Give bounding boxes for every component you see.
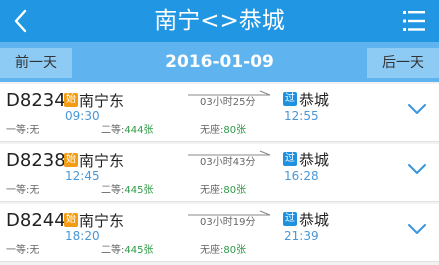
second-class-seats: 二等:445张 (101, 245, 154, 256)
date-bar: 前一天 2016-01-09 后一天 (0, 42, 439, 82)
page-title: 南宁<>恭城 (154, 8, 285, 34)
prev-day-button[interactable]: 前一天 (0, 48, 72, 78)
origin-badge: 始 (64, 213, 78, 227)
departure-station: 南宁东 (79, 212, 125, 230)
second-class-seats: 二等:445张 (101, 185, 154, 196)
train-card[interactable]: D8234 始 南宁东 09:30 03小时25分 过 恭城 12:55 一等:… (0, 84, 439, 142)
pass-through-badge: 过 (283, 152, 297, 166)
app-header: 南宁<>恭城 (0, 0, 439, 42)
departure-time: 18:20 (65, 229, 100, 243)
second-class-seats: 二等:444张 (101, 125, 154, 136)
departure-station: 南宁东 (79, 92, 125, 110)
travel-duration: 03小时25分 (200, 97, 256, 108)
departure-station: 南宁东 (79, 152, 125, 170)
chevron-down-icon[interactable] (407, 162, 427, 176)
first-class-seats: 一等:无 (6, 245, 40, 256)
origin-badge: 始 (64, 153, 78, 167)
train-number: D8244 (6, 210, 66, 231)
menu-button[interactable] (399, 8, 429, 34)
origin-badge: 始 (64, 93, 78, 107)
arrival-station: 恭城 (299, 211, 330, 229)
chevron-down-icon[interactable] (407, 222, 427, 236)
train-card[interactable]: D8244 始 南宁东 18:20 03小时19分 过 恭城 21:39 一等:… (0, 204, 439, 262)
departure-time: 12:45 (65, 169, 100, 183)
first-class-seats: 一等:无 (6, 125, 40, 136)
no-seat-tickets: 无座:80张 (200, 125, 247, 136)
first-class-seats: 一等:无 (6, 185, 40, 196)
arrival-time: 21:39 (284, 229, 319, 243)
departure-time: 09:30 (65, 109, 100, 123)
chevron-down-icon[interactable] (407, 102, 427, 116)
no-seat-tickets: 无座:80张 (200, 185, 247, 196)
arrival-station: 恭城 (299, 151, 330, 169)
no-seat-tickets: 无座:80张 (200, 245, 247, 256)
pass-through-badge: 过 (283, 212, 297, 226)
train-card[interactable]: D8238 始 南宁东 12:45 03小时43分 过 恭城 16:28 一等:… (0, 144, 439, 202)
arrival-time: 12:55 (284, 109, 319, 123)
travel-duration: 03小时43分 (200, 157, 256, 168)
next-day-button[interactable]: 后一天 (367, 48, 439, 78)
train-number: D8238 (6, 150, 66, 171)
hamburger-menu-icon (403, 11, 425, 31)
travel-duration: 03小时19分 (200, 217, 256, 228)
train-number: D8234 (6, 90, 66, 111)
pass-through-badge: 过 (283, 92, 297, 106)
arrival-time: 16:28 (284, 169, 319, 183)
arrival-station: 恭城 (299, 91, 330, 109)
